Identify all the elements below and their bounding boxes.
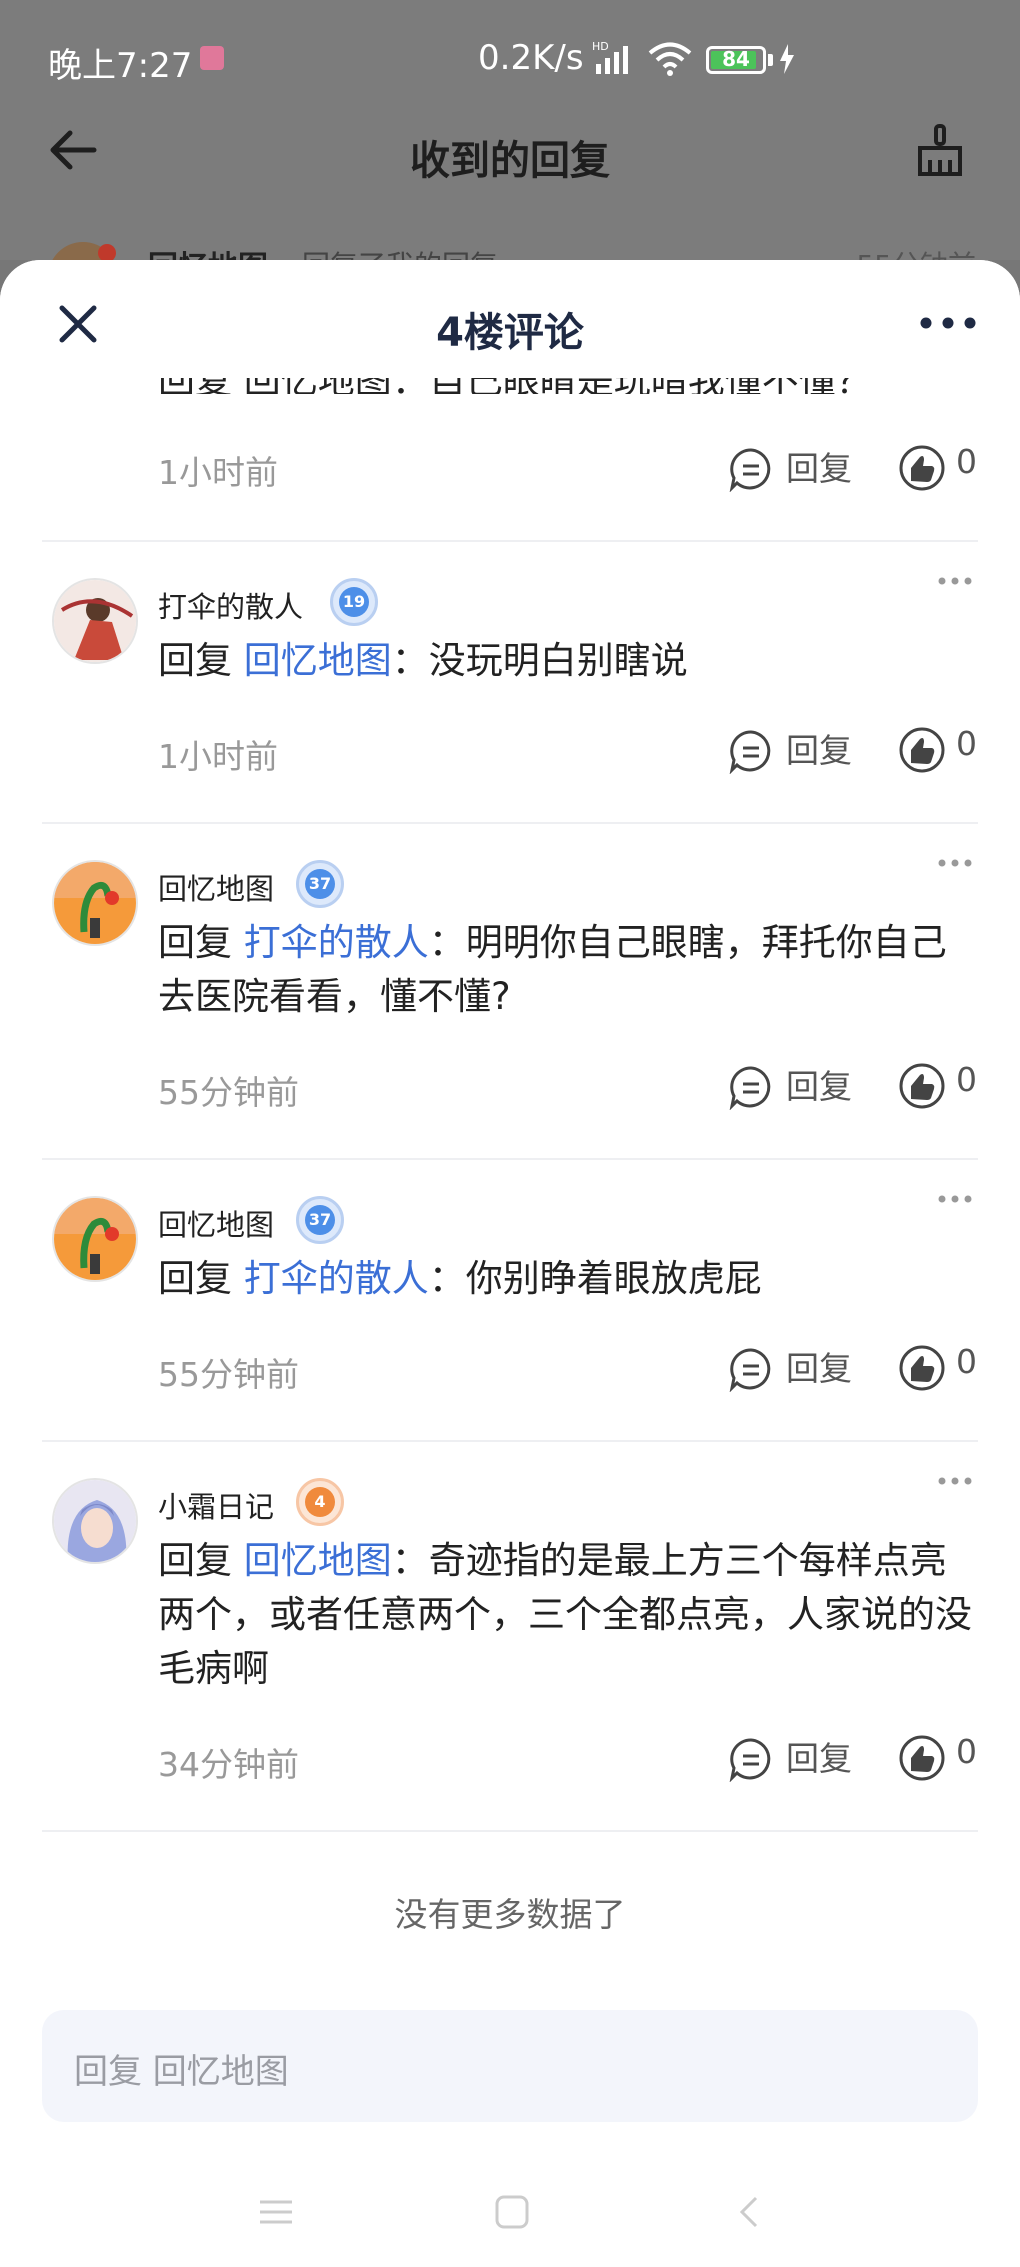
list-item: 小霜日记 4 回复 回忆地图：奇迹指的是最上方三个每样点亮两个，或者任意两个，三… xyxy=(42,1442,978,1832)
avatar[interactable] xyxy=(52,1196,138,1282)
thumb-up-icon xyxy=(899,1735,945,1781)
level-badge: 37 xyxy=(296,1196,344,1244)
like-count: 0 xyxy=(956,442,977,481)
thumb-up-icon xyxy=(899,1345,945,1391)
page-title: 收到的回复 xyxy=(410,138,610,184)
comment-bubble-icon xyxy=(729,1066,771,1110)
mention-link[interactable]: 回忆地图 xyxy=(244,1539,392,1582)
sheet-header: 4楼评论 xyxy=(0,260,1020,378)
like-button[interactable]: 0 xyxy=(898,1060,988,1110)
list-item: 打伞的散人 19 回复 回忆地图：没玩明白别瞎说 1小时前 回复 0 xyxy=(42,542,978,824)
reply-prefix: 回复 xyxy=(158,639,232,682)
charging-icon xyxy=(780,44,794,74)
battery-level: 84 xyxy=(722,47,750,71)
reply-button[interactable]: 回复 xyxy=(728,1060,868,1110)
broom-icon[interactable] xyxy=(910,120,970,180)
comment-bubble-icon xyxy=(729,730,771,774)
comment-text: 回复 打伞的散人：明明你自己眼瞎，拜托你自己去医院看看，懂不懂? xyxy=(158,916,978,1024)
more-options-icon[interactable] xyxy=(938,858,972,868)
level-number: 4 xyxy=(305,1487,335,1517)
more-options-icon[interactable] xyxy=(918,308,978,338)
reply-input[interactable]: 回复 回忆地图 xyxy=(42,2010,978,2122)
like-button[interactable]: 0 xyxy=(898,1342,988,1392)
comment-time: 1小时前 xyxy=(158,453,278,492)
level-number: 37 xyxy=(305,1205,335,1235)
like-button[interactable]: 0 xyxy=(898,442,988,492)
level-badge: 4 xyxy=(296,1478,344,1526)
reply-label: 回复 xyxy=(786,731,852,770)
thumb-up-icon xyxy=(899,445,945,491)
level-badge: 37 xyxy=(296,860,344,908)
svg-text:HD: HD xyxy=(592,40,609,53)
comment-time: 1小时前 xyxy=(158,737,278,776)
menu-icon[interactable] xyxy=(256,2192,296,2232)
battery-icon: 84 xyxy=(706,46,766,74)
more-options-icon[interactable] xyxy=(938,1194,972,1204)
reply-prefix: 回复 xyxy=(158,921,232,964)
mention-link[interactable]: 回忆地图 xyxy=(244,639,392,682)
comment-content: ：没玩明白别瞎说 xyxy=(391,639,688,682)
avatar[interactable] xyxy=(52,578,138,664)
comment-bubble-icon xyxy=(729,448,771,492)
like-count: 0 xyxy=(956,724,977,763)
wifi-icon xyxy=(648,42,692,76)
comment-text: 回复 打伞的散人：你别睁着眼放虎屁 xyxy=(158,1252,978,1306)
reply-label: 回复 xyxy=(786,1349,852,1388)
like-button[interactable]: 0 xyxy=(898,724,988,774)
reply-label: 回复 xyxy=(786,1739,852,1778)
reply-button[interactable]: 回复 xyxy=(728,1732,868,1782)
end-of-list-text: 没有更多数据了 xyxy=(394,1895,626,1934)
reply-button[interactable]: 回复 xyxy=(728,1342,868,1392)
mention-link[interactable]: 打伞的散人 xyxy=(244,921,429,964)
comment-time: 55分钟前 xyxy=(158,1355,299,1394)
thumb-up-icon xyxy=(899,727,945,773)
reply-label: 回复 xyxy=(786,449,852,488)
mention-link[interactable]: 打伞的散人 xyxy=(244,1257,429,1300)
thumb-up-icon xyxy=(899,1063,945,1109)
home-icon[interactable] xyxy=(492,2192,532,2232)
avatar[interactable] xyxy=(52,860,138,946)
sheet-title: 4楼评论 xyxy=(436,310,584,356)
comment-text: 回复 回忆地图：奇迹指的是最上方三个每样点亮两个，或者任意两个，三个全都点亮，人… xyxy=(158,1534,978,1696)
status-time: 晚上7:27 xyxy=(48,46,193,86)
username[interactable]: 打伞的散人 xyxy=(158,584,303,626)
avatar[interactable] xyxy=(52,1478,138,1564)
status-bar: 晚上7:27 0.2K/s HD 84 xyxy=(0,0,1020,120)
level-number: 19 xyxy=(339,587,369,617)
comment-time: 34分钟前 xyxy=(158,1745,299,1784)
reply-prefix: 回复 xyxy=(158,1257,232,1300)
comment-content: ：你别睁着眼放虎屁 xyxy=(428,1257,762,1300)
more-options-icon[interactable] xyxy=(938,1476,972,1486)
level-number: 37 xyxy=(305,869,335,899)
reply-button[interactable]: 回复 xyxy=(728,442,868,492)
reply-input-placeholder: 回复 回忆地图 xyxy=(74,2052,289,2092)
signal-hd-icon: HD xyxy=(592,40,628,74)
comment-text: 回复 回忆地图：没玩明白别瞎说 xyxy=(158,634,978,688)
comment-sheet: 回复 回忆地图：自己眼睛是玩暗我懂不懂？ 1小时前 回复 0 打伞的散人 19 … xyxy=(0,260,1020,2267)
username[interactable]: 回忆地图 xyxy=(158,1202,274,1244)
level-badge: 19 xyxy=(330,578,378,626)
like-button[interactable]: 0 xyxy=(898,1732,988,1782)
app-notification-icon xyxy=(200,46,224,70)
comment-bubble-icon xyxy=(729,1348,771,1392)
like-count: 0 xyxy=(956,1342,977,1381)
more-options-icon[interactable] xyxy=(938,576,972,586)
username[interactable]: 回忆地图 xyxy=(158,866,274,908)
reply-label: 回复 xyxy=(786,1067,852,1106)
list-item: 回忆地图 37 回复 打伞的散人：明明你自己眼瞎，拜托你自己去医院看看，懂不懂?… xyxy=(42,824,978,1160)
like-count: 0 xyxy=(956,1732,977,1771)
reply-button[interactable]: 回复 xyxy=(728,724,868,774)
network-speed: 0.2K/s xyxy=(478,38,584,78)
reply-prefix: 回复 xyxy=(158,1539,232,1582)
comment-time: 55分钟前 xyxy=(158,1073,299,1112)
back-icon[interactable] xyxy=(730,2192,770,2232)
system-nav-bar xyxy=(0,2192,1020,2267)
like-count: 0 xyxy=(956,1060,977,1099)
comment-bubble-icon xyxy=(729,1738,771,1782)
list-item: 回忆地图 37 回复 打伞的散人：你别睁着眼放虎屁 55分钟前 回复 0 xyxy=(42,1160,978,1442)
username[interactable]: 小霜日记 xyxy=(158,1484,274,1526)
